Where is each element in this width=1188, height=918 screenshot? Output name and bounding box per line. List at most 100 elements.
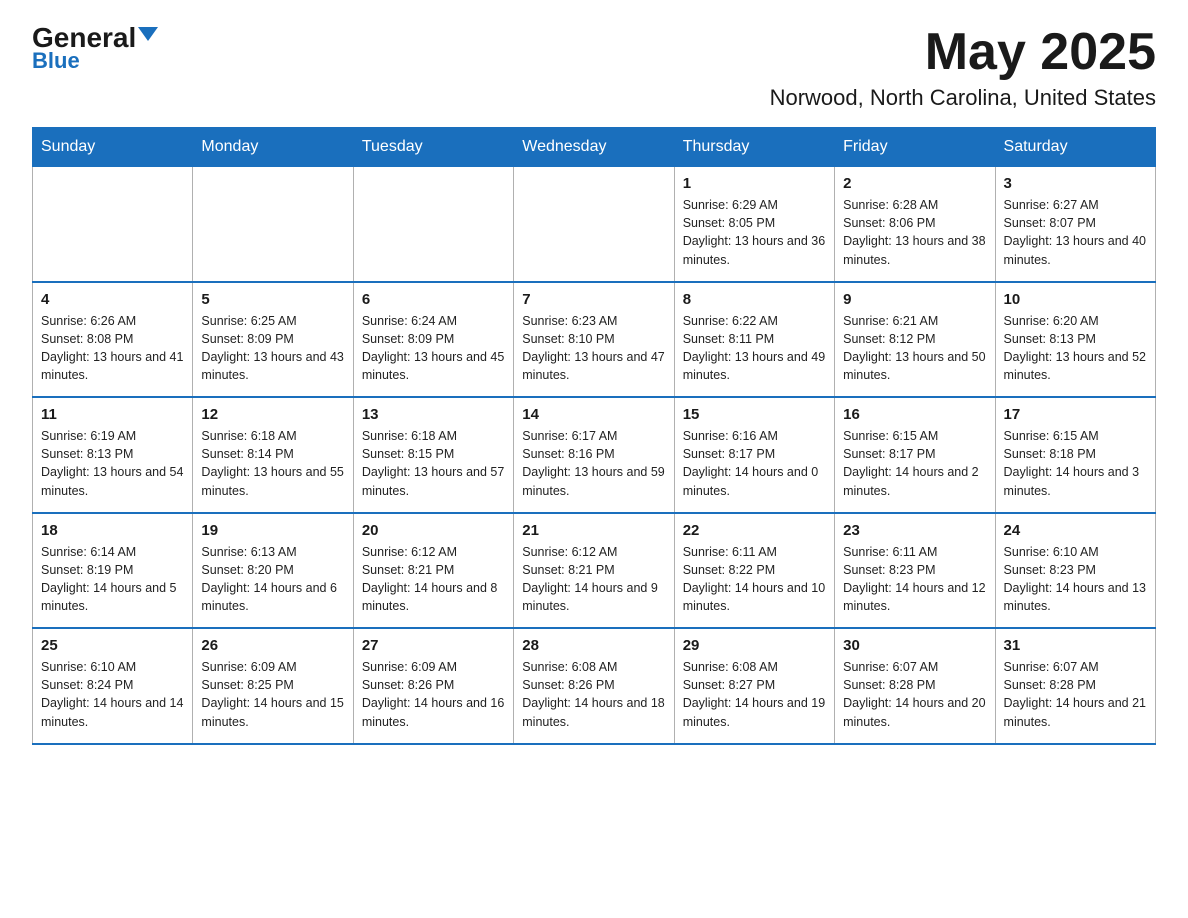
day-number: 23: [843, 522, 986, 539]
day-info: Sunrise: 6:18 AM Sunset: 8:14 PM Dayligh…: [201, 427, 344, 500]
table-row: 26Sunrise: 6:09 AM Sunset: 8:25 PM Dayli…: [193, 628, 353, 744]
day-number: 19: [201, 522, 344, 539]
table-row: 11 Sunrise: 6:19 AM Sunset: 8:13 PM Dayli…: [33, 397, 193, 513]
table-row: 21 Sunrise: 6:12 AM Sunset: 8:21 PM Dayli…: [514, 513, 674, 629]
table-row: 10 Sunrise: 6:20 AM Sunset: 8:13 PM Dayli…: [995, 282, 1155, 398]
day-number: 21: [522, 522, 665, 539]
table-row: 7Sunrise: 6:23 AM Sunset: 8:10 PM Daylig…: [514, 282, 674, 398]
day-info: Sunrise: 6:12 AM Sunset: 8:21 PM Dayligh…: [522, 543, 665, 616]
table-row: [193, 167, 353, 282]
table-row: 6 Sunrise: 6:24 AM Sunset: 8:09 PM Daylig…: [353, 282, 513, 398]
day-number: 16: [843, 406, 986, 423]
logo: General Blue: [32, 24, 158, 74]
day-number: 29: [683, 637, 826, 654]
title-area: May 2025 Norwood, North Carolina, United…: [770, 24, 1156, 111]
calendar-week-row: 25Sunrise: 6:10 AM Sunset: 8:24 PM Dayli…: [33, 628, 1156, 744]
table-row: 18Sunrise: 6:14 AM Sunset: 8:19 PM Dayli…: [33, 513, 193, 629]
day-info: Sunrise: 6:11 AM Sunset: 8:23 PM Dayligh…: [843, 543, 986, 616]
day-number: 7: [522, 291, 665, 308]
day-number: 12: [201, 406, 344, 423]
col-monday: Monday: [193, 128, 353, 167]
day-info: Sunrise: 6:08 AM Sunset: 8:27 PM Dayligh…: [683, 658, 826, 731]
day-info: Sunrise: 6:19 AM Sunset: 8:13 PM Dayligh…: [41, 427, 184, 500]
day-number: 24: [1004, 522, 1147, 539]
day-number: 22: [683, 522, 826, 539]
table-row: 2 Sunrise: 6:28 AM Sunset: 8:06 PM Daylig…: [835, 167, 995, 282]
table-row: 17Sunrise: 6:15 AM Sunset: 8:18 PM Dayli…: [995, 397, 1155, 513]
main-title: May 2025: [770, 24, 1156, 81]
day-info: Sunrise: 6:10 AM Sunset: 8:24 PM Dayligh…: [41, 658, 184, 731]
day-number: 9: [843, 291, 986, 308]
col-friday: Friday: [835, 128, 995, 167]
day-number: 5: [201, 291, 344, 308]
col-thursday: Thursday: [674, 128, 834, 167]
calendar-week-row: 4Sunrise: 6:26 AM Sunset: 8:08 PM Daylig…: [33, 282, 1156, 398]
subtitle: Norwood, North Carolina, United States: [770, 85, 1156, 111]
table-row: 3 Sunrise: 6:27 AM Sunset: 8:07 PM Daylig…: [995, 167, 1155, 282]
day-info: Sunrise: 6:28 AM Sunset: 8:06 PM Dayligh…: [843, 196, 986, 269]
table-row: [33, 167, 193, 282]
day-number: 13: [362, 406, 505, 423]
table-row: 22Sunrise: 6:11 AM Sunset: 8:22 PM Dayli…: [674, 513, 834, 629]
calendar-week-row: 18Sunrise: 6:14 AM Sunset: 8:19 PM Dayli…: [33, 513, 1156, 629]
day-info: Sunrise: 6:07 AM Sunset: 8:28 PM Dayligh…: [1004, 658, 1147, 731]
day-info: Sunrise: 6:20 AM Sunset: 8:13 PM Dayligh…: [1004, 312, 1147, 385]
table-row: 14 Sunrise: 6:17 AM Sunset: 8:16 PM Dayli…: [514, 397, 674, 513]
day-number: 20: [362, 522, 505, 539]
day-info: Sunrise: 6:16 AM Sunset: 8:17 PM Dayligh…: [683, 427, 826, 500]
day-info: Sunrise: 6:22 AM Sunset: 8:11 PM Dayligh…: [683, 312, 826, 385]
day-number: 18: [41, 522, 184, 539]
day-info: Sunrise: 6:18 AM Sunset: 8:15 PM Dayligh…: [362, 427, 505, 500]
table-row: 29 Sunrise: 6:08 AM Sunset: 8:27 PM Dayli…: [674, 628, 834, 744]
table-row: 5 Sunrise: 6:25 AM Sunset: 8:09 PM Daylig…: [193, 282, 353, 398]
day-info: Sunrise: 6:13 AM Sunset: 8:20 PM Dayligh…: [201, 543, 344, 616]
calendar-week-row: 1 Sunrise: 6:29 AM Sunset: 8:05 PM Daylig…: [33, 167, 1156, 282]
day-info: Sunrise: 6:25 AM Sunset: 8:09 PM Dayligh…: [201, 312, 344, 385]
day-number: 14: [522, 406, 665, 423]
col-sunday: Sunday: [33, 128, 193, 167]
day-number: 28: [522, 637, 665, 654]
table-row: 28 Sunrise: 6:08 AM Sunset: 8:26 PM Dayli…: [514, 628, 674, 744]
table-row: 15 Sunrise: 6:16 AM Sunset: 8:17 PM Dayli…: [674, 397, 834, 513]
table-row: 19 Sunrise: 6:13 AM Sunset: 8:20 PM Dayli…: [193, 513, 353, 629]
day-number: 10: [1004, 291, 1147, 308]
day-info: Sunrise: 6:21 AM Sunset: 8:12 PM Dayligh…: [843, 312, 986, 385]
day-number: 26: [201, 637, 344, 654]
table-row: 13 Sunrise: 6:18 AM Sunset: 8:15 PM Dayli…: [353, 397, 513, 513]
day-info: Sunrise: 6:10 AM Sunset: 8:23 PM Dayligh…: [1004, 543, 1147, 616]
day-info: Sunrise: 6:17 AM Sunset: 8:16 PM Dayligh…: [522, 427, 665, 500]
day-info: Sunrise: 6:29 AM Sunset: 8:05 PM Dayligh…: [683, 196, 826, 269]
day-number: 1: [683, 175, 826, 192]
col-wednesday: Wednesday: [514, 128, 674, 167]
table-row: 16Sunrise: 6:15 AM Sunset: 8:17 PM Dayli…: [835, 397, 995, 513]
day-number: 3: [1004, 175, 1147, 192]
day-number: 8: [683, 291, 826, 308]
calendar-header-row: Sunday Monday Tuesday Wednesday Thursday…: [33, 128, 1156, 167]
day-number: 4: [41, 291, 184, 308]
day-number: 11: [41, 406, 184, 423]
day-number: 2: [843, 175, 986, 192]
table-row: 31Sunrise: 6:07 AM Sunset: 8:28 PM Dayli…: [995, 628, 1155, 744]
table-row: 25Sunrise: 6:10 AM Sunset: 8:24 PM Dayli…: [33, 628, 193, 744]
table-row: 1 Sunrise: 6:29 AM Sunset: 8:05 PM Daylig…: [674, 167, 834, 282]
day-info: Sunrise: 6:24 AM Sunset: 8:09 PM Dayligh…: [362, 312, 505, 385]
table-row: 24 Sunrise: 6:10 AM Sunset: 8:23 PM Dayli…: [995, 513, 1155, 629]
calendar-table: Sunday Monday Tuesday Wednesday Thursday…: [32, 127, 1156, 745]
table-row: 30 Sunrise: 6:07 AM Sunset: 8:28 PM Dayli…: [835, 628, 995, 744]
day-info: Sunrise: 6:12 AM Sunset: 8:21 PM Dayligh…: [362, 543, 505, 616]
table-row: [514, 167, 674, 282]
table-row: 4Sunrise: 6:26 AM Sunset: 8:08 PM Daylig…: [33, 282, 193, 398]
table-row: 27 Sunrise: 6:09 AM Sunset: 8:26 PM Dayli…: [353, 628, 513, 744]
calendar-week-row: 11 Sunrise: 6:19 AM Sunset: 8:13 PM Dayli…: [33, 397, 1156, 513]
day-number: 17: [1004, 406, 1147, 423]
day-info: Sunrise: 6:27 AM Sunset: 8:07 PM Dayligh…: [1004, 196, 1147, 269]
table-row: [353, 167, 513, 282]
logo-triangle-icon: [138, 27, 158, 41]
day-number: 15: [683, 406, 826, 423]
day-number: 30: [843, 637, 986, 654]
day-info: Sunrise: 6:07 AM Sunset: 8:28 PM Dayligh…: [843, 658, 986, 731]
day-number: 6: [362, 291, 505, 308]
day-info: Sunrise: 6:09 AM Sunset: 8:26 PM Dayligh…: [362, 658, 505, 731]
day-number: 27: [362, 637, 505, 654]
day-info: Sunrise: 6:08 AM Sunset: 8:26 PM Dayligh…: [522, 658, 665, 731]
